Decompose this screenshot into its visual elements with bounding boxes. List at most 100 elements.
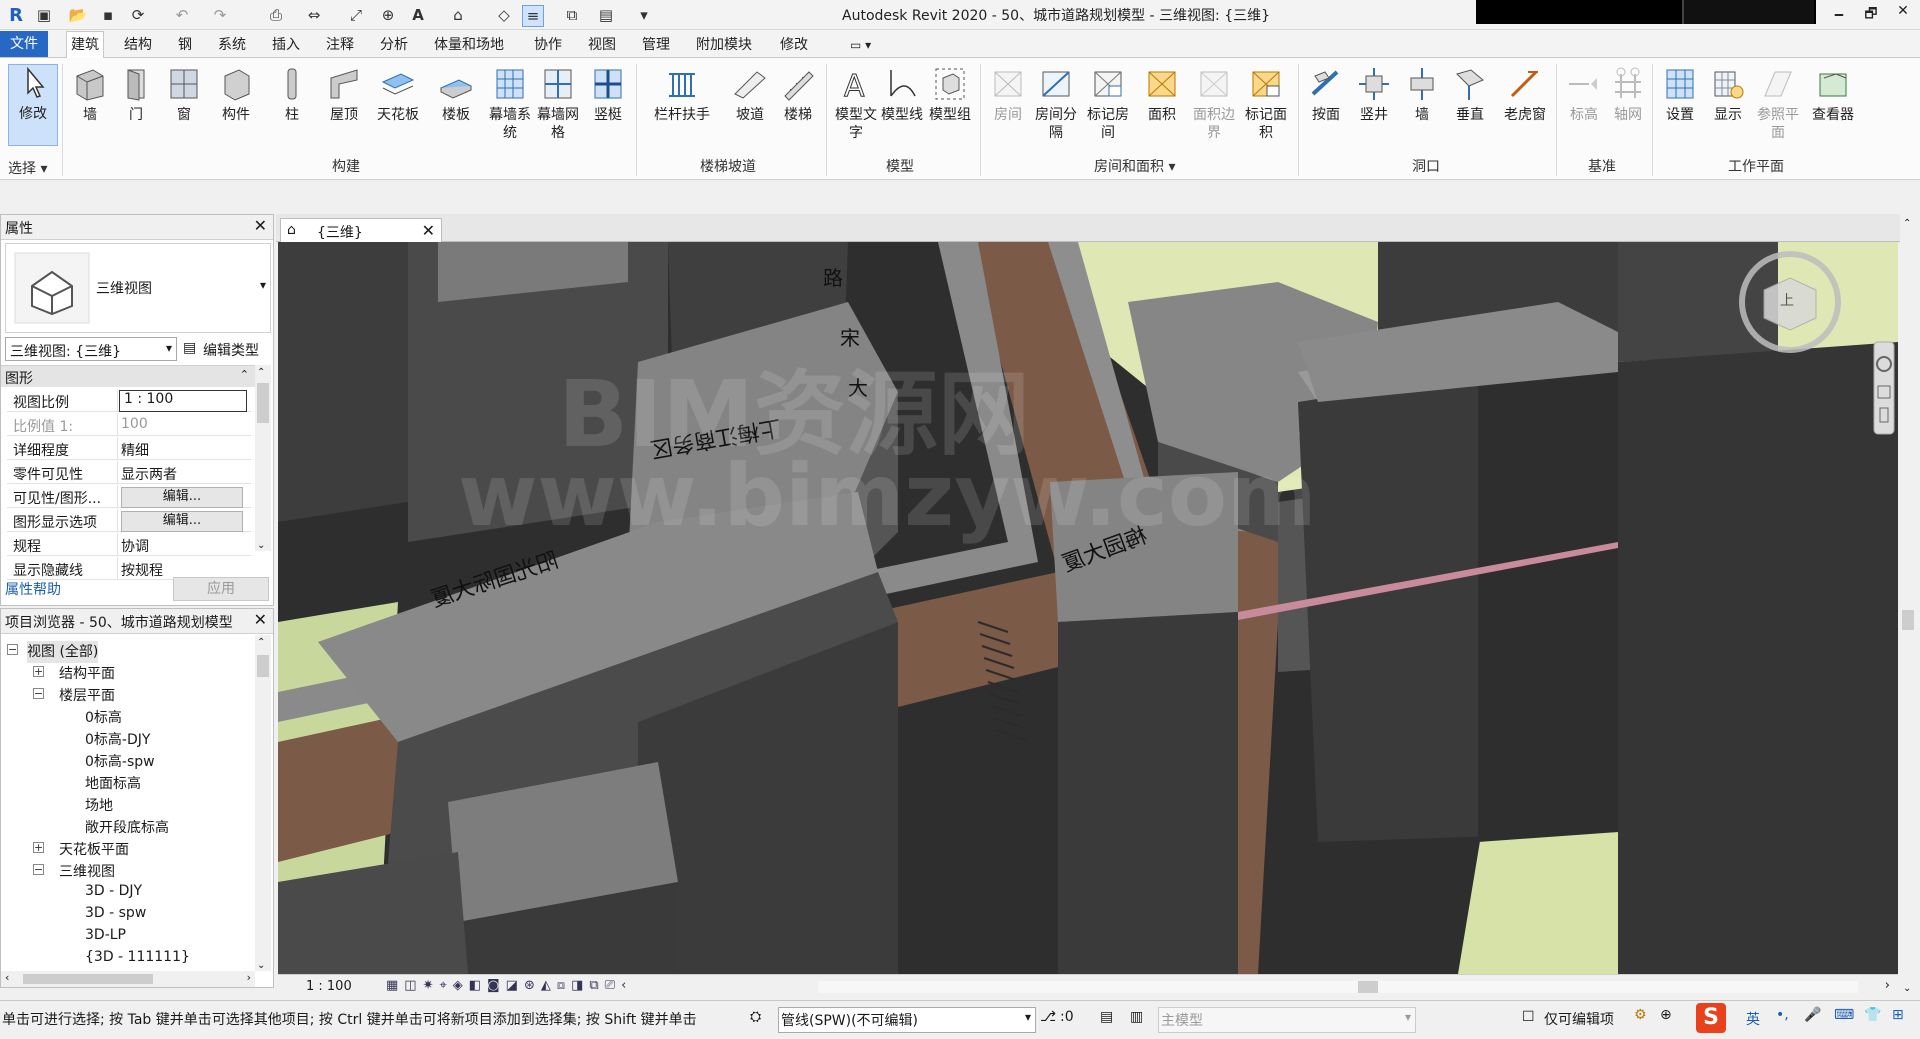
browser-item[interactable]: 地面标高 — [85, 773, 141, 795]
edit-button[interactable]: 编辑... — [121, 511, 243, 532]
modify-button[interactable]: 修改 — [8, 64, 58, 146]
mullion-button[interactable]: 竖梃 — [586, 66, 630, 124]
room-button[interactable]: 房间 — [986, 66, 1030, 124]
design-options-icon[interactable]: ▤ — [1100, 1009, 1113, 1025]
opening-by-face-button[interactable]: 按面 — [1304, 66, 1348, 124]
type-dropdown-icon[interactable]: ▾ — [260, 278, 266, 292]
dormer-button[interactable]: 老虎窗 — [1500, 66, 1550, 124]
ime-grid-icon[interactable]: ⊞ — [1892, 1007, 1904, 1023]
design-option-dropdown[interactable]: 主模型 ▾ — [1158, 1007, 1416, 1033]
vertical-opening-button[interactable]: 垂直 — [1448, 66, 1492, 124]
tab-insert[interactable]: 插入 — [268, 34, 304, 56]
ribbon-display-toggle[interactable]: ▭ ▾ — [846, 34, 875, 56]
thin-lines-icon[interactable]: ≡ — [522, 5, 544, 27]
shaft-button[interactable]: 竖井 — [1352, 66, 1396, 124]
workset-dropdown[interactable]: 管线(SPW)(不可编辑) ▾ — [778, 1007, 1036, 1033]
curtain-grid-button[interactable]: 幕墙网格 — [536, 66, 580, 142]
browser-hscroll[interactable]: ‹ › — [1, 971, 255, 987]
tab-addins[interactable]: 附加模块 — [692, 34, 756, 56]
minimize-button[interactable]: 🗕 — [1824, 3, 1854, 25]
viewport-hscroll[interactable] — [818, 981, 1858, 993]
browser-item[interactable]: 3D - spw — [85, 905, 146, 927]
floor-button[interactable]: 楼板 — [434, 66, 478, 124]
tab-systems[interactable]: 系统 — [214, 34, 250, 56]
browser-item[interactable]: 0标高-DJY — [85, 729, 150, 751]
viewer-button[interactable]: 查看器 — [1804, 66, 1862, 124]
view-scale[interactable]: 1 : 100 — [306, 979, 352, 994]
tab-file[interactable]: 文件 — [0, 31, 48, 57]
default-3d-view-icon[interactable]: ⌂ — [448, 5, 468, 25]
revit-logo-icon[interactable]: R — [6, 5, 26, 26]
reference-plane-button[interactable]: 参照平面 — [1756, 66, 1800, 142]
close-hidden-icon[interactable]: ⧉ — [562, 5, 582, 25]
recent-files-icon[interactable]: ▣ — [34, 5, 54, 25]
door-button[interactable]: 门 — [114, 66, 158, 124]
text-icon[interactable]: A — [408, 5, 428, 25]
expand-icon[interactable]: + — [33, 666, 44, 677]
section-icon[interactable]: ◇ — [494, 5, 514, 25]
browser-item[interactable]: 楼层平面 — [59, 685, 115, 707]
editable-only-checkbox[interactable]: ☐ — [1522, 1009, 1535, 1025]
sync-icon[interactable]: ⟳ — [128, 5, 148, 25]
close-properties-icon[interactable]: ✕ — [254, 216, 267, 235]
tab-collaborate[interactable]: 协作 — [530, 34, 566, 56]
edit-type-button[interactable]: ▤ 编辑类型 — [181, 337, 271, 361]
instance-selector[interactable]: 三维视图: {三维} ▾ — [5, 337, 177, 361]
property-row[interactable]: 零件可见性 显示两者 — [7, 461, 251, 484]
tab-steel[interactable]: 钢 — [174, 34, 196, 56]
wall-opening-button[interactable]: 墙 — [1400, 66, 1444, 124]
ime-language[interactable]: 英 — [1746, 1009, 1760, 1029]
property-row[interactable]: 图形显示选项 编辑... — [7, 509, 251, 532]
model-line-button[interactable]: 模型线 — [880, 66, 924, 124]
tab-analyze[interactable]: 分析 — [376, 34, 412, 56]
properties-scrollbar[interactable]: ⌃ ⌄ — [255, 365, 271, 551]
select-underlay-icon[interactable]: ⊕ — [1660, 1007, 1672, 1023]
window-button[interactable]: 窗 — [162, 66, 206, 124]
browser-item[interactable]: 0标高 — [85, 707, 122, 729]
property-row[interactable]: 可见性/图形... 编辑... — [7, 485, 251, 508]
browser-item[interactable]: 三维视图 — [59, 861, 115, 883]
show-workplane-button[interactable]: 显示 — [1706, 66, 1750, 124]
browser-item[interactable]: 敞开段底标高 — [85, 817, 169, 839]
viewcube-face-label[interactable]: 上 — [1780, 290, 1794, 310]
close-browser-icon[interactable]: ✕ — [254, 610, 267, 629]
tab-view[interactable]: 视图 — [584, 34, 620, 56]
model-text-button[interactable]: A 模型文字 — [834, 66, 878, 142]
sogou-ime-icon[interactable]: S — [1696, 1003, 1726, 1033]
tab-massing-site[interactable]: 体量和场地 — [430, 34, 508, 56]
collapse-icon[interactable]: − — [33, 688, 44, 699]
property-row[interactable]: 详细程度 精细 — [7, 437, 251, 460]
collapse-icon[interactable]: − — [33, 864, 44, 875]
viewport-vscroll[interactable]: ⌃ ⌄ — [1900, 214, 1916, 998]
wall-button[interactable]: 墙 — [68, 66, 112, 124]
skin-icon[interactable]: 👕 — [1864, 1007, 1881, 1023]
collapse-icon[interactable]: − — [7, 644, 18, 655]
browser-item[interactable]: 3D - DJY — [85, 883, 142, 905]
tag-area-button[interactable]: 标记面积 — [1244, 66, 1288, 142]
redo-icon[interactable]: ↷ — [210, 5, 230, 25]
property-value[interactable]: 显示两者 — [121, 464, 177, 484]
select-panel-label[interactable]: 选择 ▾ — [8, 158, 47, 178]
select-links-icon[interactable]: ⚙ — [1634, 1007, 1647, 1023]
tab-3d-view[interactable]: ⌂ {三维} ✕ — [280, 218, 442, 243]
close-tab-icon[interactable]: ✕ — [422, 221, 435, 240]
area-boundary-button[interactable]: 面积边界 — [1192, 66, 1236, 142]
browser-item[interactable]: 视图 (全部) — [27, 641, 99, 663]
component-button[interactable]: 构件 — [214, 66, 258, 124]
apply-button[interactable]: 应用 — [173, 577, 269, 601]
level-button[interactable]: 标高 — [1562, 66, 1606, 124]
property-row[interactable]: 视图比例 1 : 100 — [7, 389, 251, 412]
switch-windows-icon[interactable]: ▤ — [596, 5, 616, 25]
scroll-right-icon[interactable]: › — [1885, 978, 1890, 993]
microphone-icon[interactable]: 🎤 — [1804, 1007, 1821, 1023]
measure-icon[interactable]: ⇔ — [304, 5, 324, 25]
roof-button[interactable]: 屋顶 — [322, 66, 366, 124]
set-workplane-button[interactable]: 设置 — [1658, 66, 1702, 124]
browser-item[interactable]: 结构平面 — [59, 663, 115, 685]
tab-modify[interactable]: 修改 — [776, 34, 812, 56]
open-icon[interactable]: 📂 — [68, 5, 88, 25]
design-options-icon-2[interactable]: ▥ — [1130, 1009, 1143, 1025]
curtain-system-button[interactable]: 幕墙系统 — [488, 66, 532, 142]
close-button[interactable]: ✕ — [1888, 3, 1918, 25]
room-area-panel-label[interactable]: 房间和面积 ▾ — [1094, 156, 1175, 176]
